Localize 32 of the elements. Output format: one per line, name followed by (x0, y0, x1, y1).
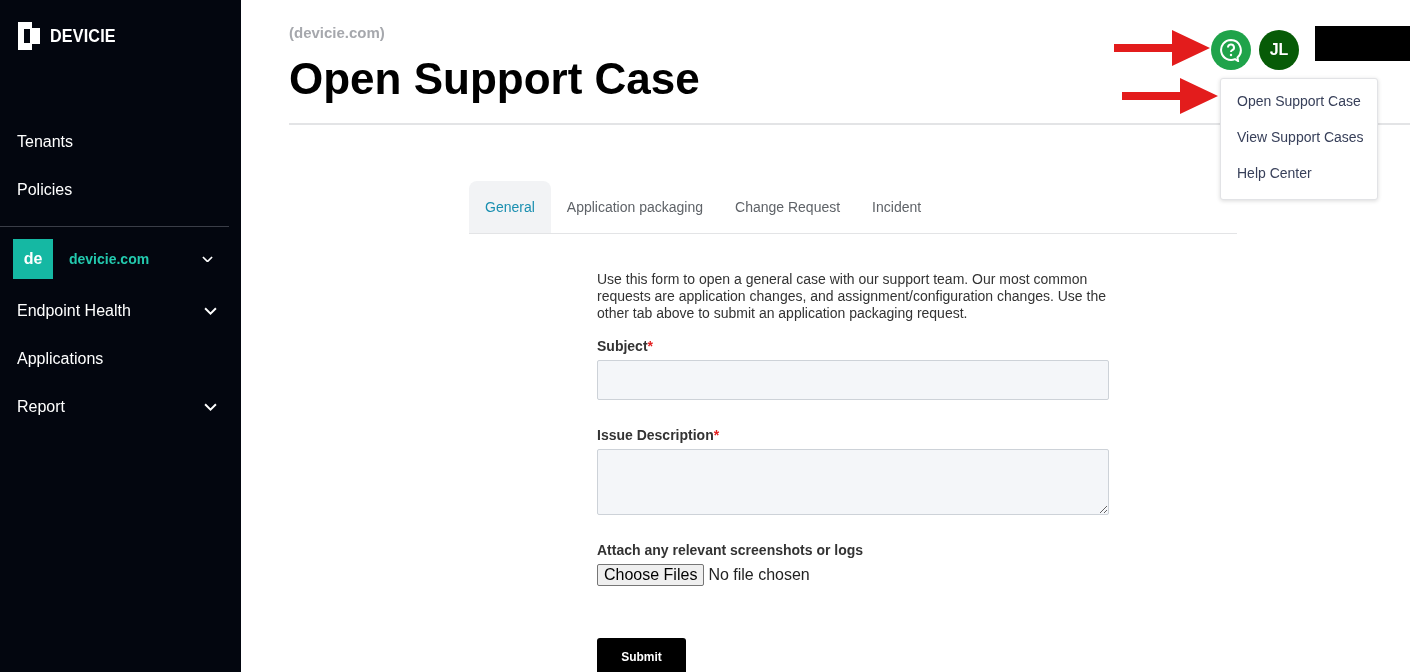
menu-item[interactable]: Open Support Case (1221, 85, 1377, 121)
chevron-icon (202, 255, 213, 263)
menu-item[interactable]: Help Center (1221, 157, 1377, 193)
submit-button[interactable]: Submit (597, 638, 686, 672)
nav-item[interactable]: Applications (0, 335, 241, 383)
description-field[interactable] (597, 449, 1109, 515)
field-label: Attach any relevant screenshots or logs (597, 542, 865, 558)
field-label: Subject* (597, 338, 655, 354)
file-status: No file chosen (708, 566, 810, 584)
menu-item[interactable]: View Support Cases (1221, 121, 1377, 157)
tenant-name[interactable]: devicie.com (69, 251, 202, 267)
page-title: Open Support Case (289, 53, 700, 105)
chevron-icon (204, 307, 217, 315)
subject-field[interactable] (597, 360, 1109, 400)
choose-files-button[interactable]: Choose Files (597, 564, 705, 586)
nav-item[interactable]: Policies (0, 166, 241, 214)
help-icon (1219, 38, 1243, 62)
nav-item[interactable]: Endpoint Health (0, 287, 241, 335)
tenant-subtitle: (devicie.com) (289, 24, 386, 41)
tenant-badge: de (13, 239, 53, 279)
tab[interactable]: Incident (856, 181, 938, 233)
user-avatar[interactable]: JL (1259, 30, 1299, 70)
nav-item[interactable]: Tenants (0, 118, 241, 166)
tab[interactable]: Application packaging (550, 181, 720, 233)
field-label: Issue Description* (597, 427, 721, 443)
chevron-icon (204, 403, 217, 411)
logo-icon (18, 22, 40, 50)
nav-item[interactable]: Report (0, 383, 241, 431)
form-description: Use this form to open a general case with our support team. Our most common requests are application changes, and assignment/configuration changes. Use the other tab above to submit an application packaging request. (597, 271, 1107, 322)
help-button[interactable] (1211, 30, 1251, 70)
tab[interactable]: Change Request (719, 181, 857, 233)
brand-name: DEVICIE (50, 25, 116, 47)
